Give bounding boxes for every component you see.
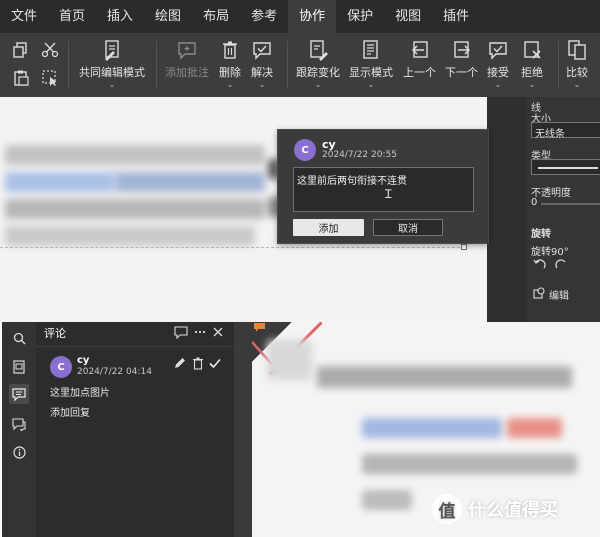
- track-changes-icon: [310, 40, 328, 61]
- comment-date: 2024/7/22 20:55: [322, 150, 397, 160]
- menu-protect[interactable]: 保护: [336, 0, 384, 33]
- avatar: C: [294, 139, 316, 161]
- watermark: 值 什么值得买: [432, 494, 558, 524]
- line-type-select[interactable]: [531, 159, 600, 175]
- info-icon[interactable]: [9, 442, 29, 462]
- avatar: C: [50, 356, 72, 378]
- paste-icon[interactable]: [12, 69, 30, 87]
- cancel-button[interactable]: 取消: [373, 219, 443, 236]
- image-selection-border: [0, 247, 465, 248]
- checkmark-icon[interactable]: [208, 356, 222, 370]
- compare-icon: [568, 40, 586, 60]
- chat-icon[interactable]: [9, 414, 29, 434]
- comment-input[interactable]: 这里前后两句衔接不连贯: [293, 167, 474, 212]
- thumbnails-icon[interactable]: [9, 357, 29, 377]
- arrow-right-icon: [453, 41, 470, 58]
- menu-layout[interactable]: 布局: [192, 0, 240, 33]
- accept-icon: [489, 42, 507, 60]
- add-comment-icon[interactable]: [174, 325, 188, 339]
- comment-text: 这里加点图片: [50, 388, 110, 399]
- reject-icon: [524, 41, 541, 59]
- more-icon[interactable]: [193, 325, 207, 339]
- co-edit-mode-button[interactable]: 共同编辑模式 ⌄: [79, 39, 145, 89]
- line-size-select[interactable]: 无线条: [531, 122, 600, 140]
- previous-change-button[interactable]: 上一个: [403, 39, 436, 80]
- text-cursor-icon: Ɪ: [385, 187, 392, 201]
- watermark-text: 什么值得买: [468, 500, 558, 521]
- comment-author: cy: [77, 355, 90, 366]
- add-comment-button[interactable]: 添加批注: [165, 39, 209, 80]
- track-changes-button[interactable]: 跟踪变化 ⌄: [296, 39, 340, 89]
- search-icon[interactable]: [9, 328, 29, 348]
- resolve-button[interactable]: 解决 ⌄: [251, 39, 273, 89]
- panel-title: 评论: [44, 327, 66, 340]
- rotate-left-icon[interactable]: [533, 257, 547, 271]
- accept-button[interactable]: 接受 ⌄: [487, 39, 509, 89]
- resize-handle[interactable]: [461, 244, 467, 250]
- cut-icon[interactable]: [41, 41, 59, 59]
- watermark-logo: 值: [432, 494, 462, 524]
- comments-icon[interactable]: [9, 384, 29, 404]
- display-mode-button[interactable]: 显示模式 ⌄: [349, 39, 393, 89]
- trash-icon[interactable]: [191, 356, 205, 370]
- arrow-left-icon: [411, 41, 428, 58]
- co-edit-icon: [105, 40, 119, 61]
- resolve-comment-icon: [253, 42, 271, 60]
- menu-insert[interactable]: 插入: [96, 0, 144, 33]
- left-icon-rail: [2, 322, 36, 537]
- add-reply-link[interactable]: 添加回复: [50, 404, 90, 419]
- menu-collaborate[interactable]: 协作: [288, 0, 337, 33]
- edit-icon[interactable]: [173, 356, 187, 370]
- menu-home[interactable]: 首页: [48, 0, 96, 33]
- menu-bar: 文件 首页 插入 绘图 布局 参考 协作 保护 视图 插件: [0, 0, 600, 33]
- editor-window-top: 文件 首页 插入 绘图 布局 参考 协作 保护 视图 插件 共同编辑模式 ⌄ 添…: [0, 0, 600, 322]
- add-comment-icon: [178, 42, 196, 60]
- menu-references[interactable]: 参考: [240, 0, 288, 33]
- close-icon[interactable]: [211, 325, 225, 339]
- next-change-button[interactable]: 下一个: [445, 39, 478, 80]
- opacity-slider[interactable]: [541, 203, 600, 205]
- select-all-icon[interactable]: [41, 69, 59, 87]
- edit-shape-button[interactable]: 编辑: [549, 287, 569, 302]
- comments-panel: 评论 C cy 2024/7/22 04:14 这里加点图片 添加回复: [36, 322, 234, 537]
- comment-date: 2024/7/22 04:14: [77, 367, 152, 377]
- menu-draw[interactable]: 绘图: [144, 0, 192, 33]
- copy-icon[interactable]: [12, 41, 30, 59]
- delete-button[interactable]: 删除 ⌄: [219, 39, 241, 89]
- add-comment-popup: C cy 2024/7/22 20:55 这里前后两句衔接不连贯 Ɪ 添加 取消: [277, 129, 489, 244]
- add-button[interactable]: 添加: [293, 219, 364, 236]
- menu-file[interactable]: 文件: [0, 0, 48, 33]
- compare-button[interactable]: 比较 ⌄: [566, 39, 588, 89]
- reject-button[interactable]: 拒绝 ⌄: [521, 39, 543, 89]
- comment-marker-icon[interactable]: [254, 323, 265, 332]
- menu-plugins[interactable]: 插件: [432, 0, 480, 33]
- edit-shape-icon: [533, 287, 545, 299]
- rotate-right-icon[interactable]: [554, 257, 568, 271]
- shape-settings-panel: 线 大小 无线条 类型 不透明度 0 旋转 旋转90° 编辑: [487, 97, 600, 322]
- ribbon-toolbar: 共同编辑模式 ⌄ 添加批注 删除 ⌄ 解决 ⌄ 跟踪变化 ⌄ 显示模式 ⌄ 上一…: [0, 33, 600, 97]
- trash-icon: [223, 41, 237, 59]
- display-mode-icon: [363, 40, 378, 59]
- menu-view[interactable]: 视图: [384, 0, 432, 33]
